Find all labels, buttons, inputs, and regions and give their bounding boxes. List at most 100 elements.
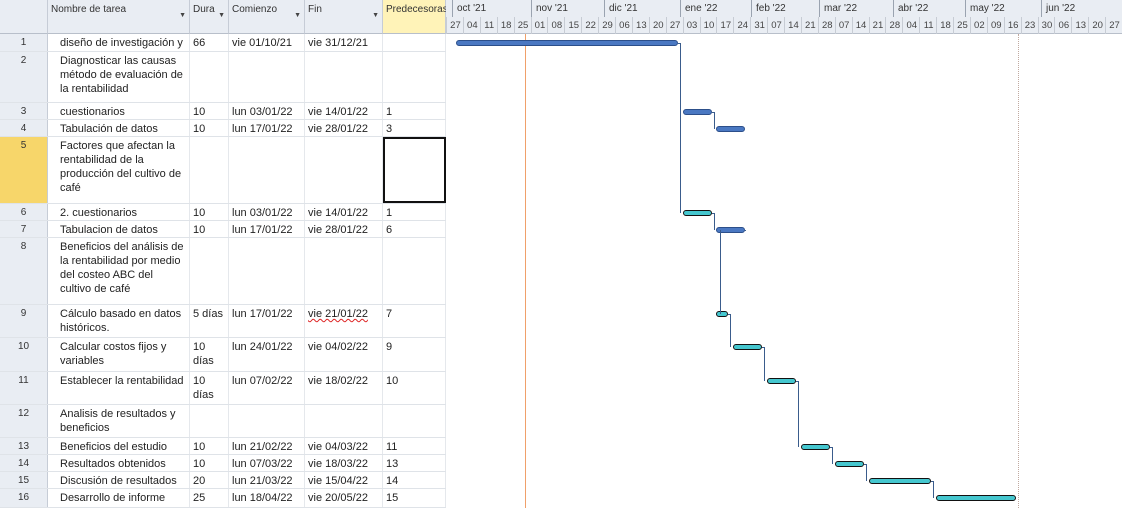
end-cell[interactable]: vie 20/05/22: [305, 489, 383, 507]
task-name-cell[interactable]: Factores que afectan la rentabilidad de …: [48, 137, 190, 203]
table-row[interactable]: 16 Desarrollo de informe 25 lun 18/04/22 vie…: [0, 489, 446, 508]
start-cell[interactable]: [229, 137, 305, 203]
duration-cell[interactable]: 10 días: [190, 455, 229, 471]
duration-cell[interactable]: 66 días: [190, 34, 229, 51]
duration-cell[interactable]: [190, 137, 229, 203]
table-row[interactable]: 2 Diagnosticar las causas método de evalu…: [0, 52, 446, 103]
duration-cell[interactable]: 20 días: [190, 472, 229, 488]
predecessors-cell[interactable]: 3: [383, 120, 446, 136]
gantt-bar[interactable]: [682, 109, 712, 115]
predecessors-cell[interactable]: [383, 405, 446, 437]
table-row[interactable]: 11 Establecer la rentabilidad 10 días lun 0…: [0, 372, 446, 405]
row-id-cell[interactable]: 11: [0, 372, 48, 404]
task-name-cell[interactable]: Diagnosticar las causas método de evalua…: [48, 52, 190, 102]
predecessors-cell[interactable]: [383, 137, 446, 203]
predecessors-cell[interactable]: [383, 34, 446, 51]
row-id-header[interactable]: [0, 0, 48, 34]
gantt-bar[interactable]: [936, 495, 1016, 501]
task-name-cell[interactable]: Tabulacion de datos: [48, 221, 190, 237]
chevron-down-icon[interactable]: ▼: [218, 12, 225, 19]
predecessors-cell[interactable]: [383, 238, 446, 304]
start-cell[interactable]: lun 21/03/22: [229, 472, 305, 488]
row-id-cell[interactable]: 2: [0, 52, 48, 102]
start-cell[interactable]: lun 24/01/22: [229, 338, 305, 371]
predecessors-cell[interactable]: 15: [383, 489, 446, 507]
duration-cell[interactable]: 10 días: [190, 204, 229, 220]
end-cell[interactable]: [305, 52, 383, 102]
row-id-cell[interactable]: 7: [0, 221, 48, 237]
row-id-cell[interactable]: 16: [0, 489, 48, 507]
end-cell[interactable]: vie 21/01/22: [305, 305, 383, 337]
task-name-cell[interactable]: Calcular costos fijos y variables: [48, 338, 190, 371]
end-cell[interactable]: vie 31/12/21: [305, 34, 383, 51]
end-cell[interactable]: vie 28/01/22: [305, 221, 383, 237]
predecessors-cell[interactable]: 9: [383, 338, 446, 371]
duration-header[interactable]: Dura ▼: [190, 0, 229, 34]
table-row[interactable]: 7Tabulacion de datos10 díaslun 17/01/22v…: [0, 221, 446, 238]
end-cell[interactable]: vie 28/01/22: [305, 120, 383, 136]
predecessors-cell[interactable]: 6: [383, 221, 446, 237]
task-name-cell[interactable]: Establecer la rentabilidad: [48, 372, 190, 404]
start-cell[interactable]: lun 07/03/22: [229, 455, 305, 471]
end-cell[interactable]: vie 18/02/22: [305, 372, 383, 404]
task-name-cell[interactable]: Desarrollo de informe: [48, 489, 190, 507]
task-name-cell[interactable]: Tabulación de datos: [48, 120, 190, 136]
table-row[interactable]: 14Resultados obtenidos10 díaslun 07/03/2…: [0, 455, 446, 472]
row-id-cell[interactable]: 1: [0, 34, 48, 51]
start-cell[interactable]: lun 17/01/22: [229, 221, 305, 237]
duration-cell[interactable]: 25: [190, 489, 229, 507]
row-id-cell[interactable]: 9: [0, 305, 48, 337]
gantt-bar[interactable]: [800, 444, 830, 450]
gantt-bar[interactable]: [868, 478, 932, 484]
end-cell[interactable]: vie 14/01/22: [305, 204, 383, 220]
end-header[interactable]: Fin ▼: [305, 0, 383, 34]
task-name-cell[interactable]: Beneficios del análisis de la rentabilid…: [48, 238, 190, 304]
end-cell[interactable]: vie 04/02/22: [305, 338, 383, 371]
start-cell[interactable]: [229, 405, 305, 437]
gantt-bar[interactable]: [682, 210, 712, 216]
row-id-cell[interactable]: 12: [0, 405, 48, 437]
start-header[interactable]: Comienzo ▼: [229, 0, 305, 34]
task-name-cell[interactable]: Beneficios del estudio: [48, 438, 190, 454]
row-id-cell[interactable]: 14: [0, 455, 48, 471]
row-id-cell[interactable]: 15: [0, 472, 48, 488]
gantt-bar[interactable]: [455, 40, 678, 46]
end-cell[interactable]: vie 04/03/22: [305, 438, 383, 454]
duration-cell[interactable]: 10 días: [190, 221, 229, 237]
table-row[interactable]: 5 Factores que afectan la rentabilidad de…: [0, 137, 446, 204]
row-id-cell[interactable]: 13: [0, 438, 48, 454]
duration-cell[interactable]: 10 días: [190, 338, 229, 371]
table-row[interactable]: 12 Analisis de resultados y beneficios: [0, 405, 446, 438]
predecessors-cell[interactable]: 7: [383, 305, 446, 337]
start-cell[interactable]: lun 17/01/22: [229, 120, 305, 136]
table-row[interactable]: 13Beneficios del estudio10 díaslun 21/02…: [0, 438, 446, 455]
duration-cell[interactable]: 10 días: [190, 103, 229, 119]
predecessors-cell[interactable]: 10: [383, 372, 446, 404]
duration-cell[interactable]: 10 días: [190, 120, 229, 136]
start-cell[interactable]: lun 03/01/22: [229, 103, 305, 119]
task-name-cell[interactable]: cuestionarios: [48, 103, 190, 119]
task-name-cell[interactable]: Discusión de resultados: [48, 472, 190, 488]
chevron-down-icon[interactable]: ▼: [294, 12, 301, 19]
task-name-cell[interactable]: Cálculo basado en datos históricos.: [48, 305, 190, 337]
end-cell[interactable]: vie 18/03/22: [305, 455, 383, 471]
duration-cell[interactable]: [190, 52, 229, 102]
gantt-bar[interactable]: [716, 126, 746, 132]
predecessors-cell[interactable]: 13: [383, 455, 446, 471]
gantt-bar[interactable]: [733, 344, 763, 350]
start-cell[interactable]: lun 17/01/22: [229, 305, 305, 337]
chevron-down-icon[interactable]: ▼: [372, 12, 379, 19]
predecessors-cell[interactable]: 11: [383, 438, 446, 454]
row-id-cell[interactable]: 5: [0, 137, 48, 203]
table-row[interactable]: 15Discusión de resultados20 díaslun 21/0…: [0, 472, 446, 489]
end-cell[interactable]: [305, 405, 383, 437]
gantt-bar[interactable]: [834, 461, 864, 467]
predecessors-cell[interactable]: 1: [383, 204, 446, 220]
task-name-cell[interactable]: 2. cuestionarios: [48, 204, 190, 220]
duration-cell[interactable]: 10 días: [190, 438, 229, 454]
duration-cell[interactable]: [190, 405, 229, 437]
table-row[interactable]: 10 Calcular costos fijos y variables 10 dí…: [0, 338, 446, 372]
row-id-cell[interactable]: 4: [0, 120, 48, 136]
duration-cell[interactable]: 5 días: [190, 305, 229, 337]
gantt-bar[interactable]: [716, 311, 729, 317]
